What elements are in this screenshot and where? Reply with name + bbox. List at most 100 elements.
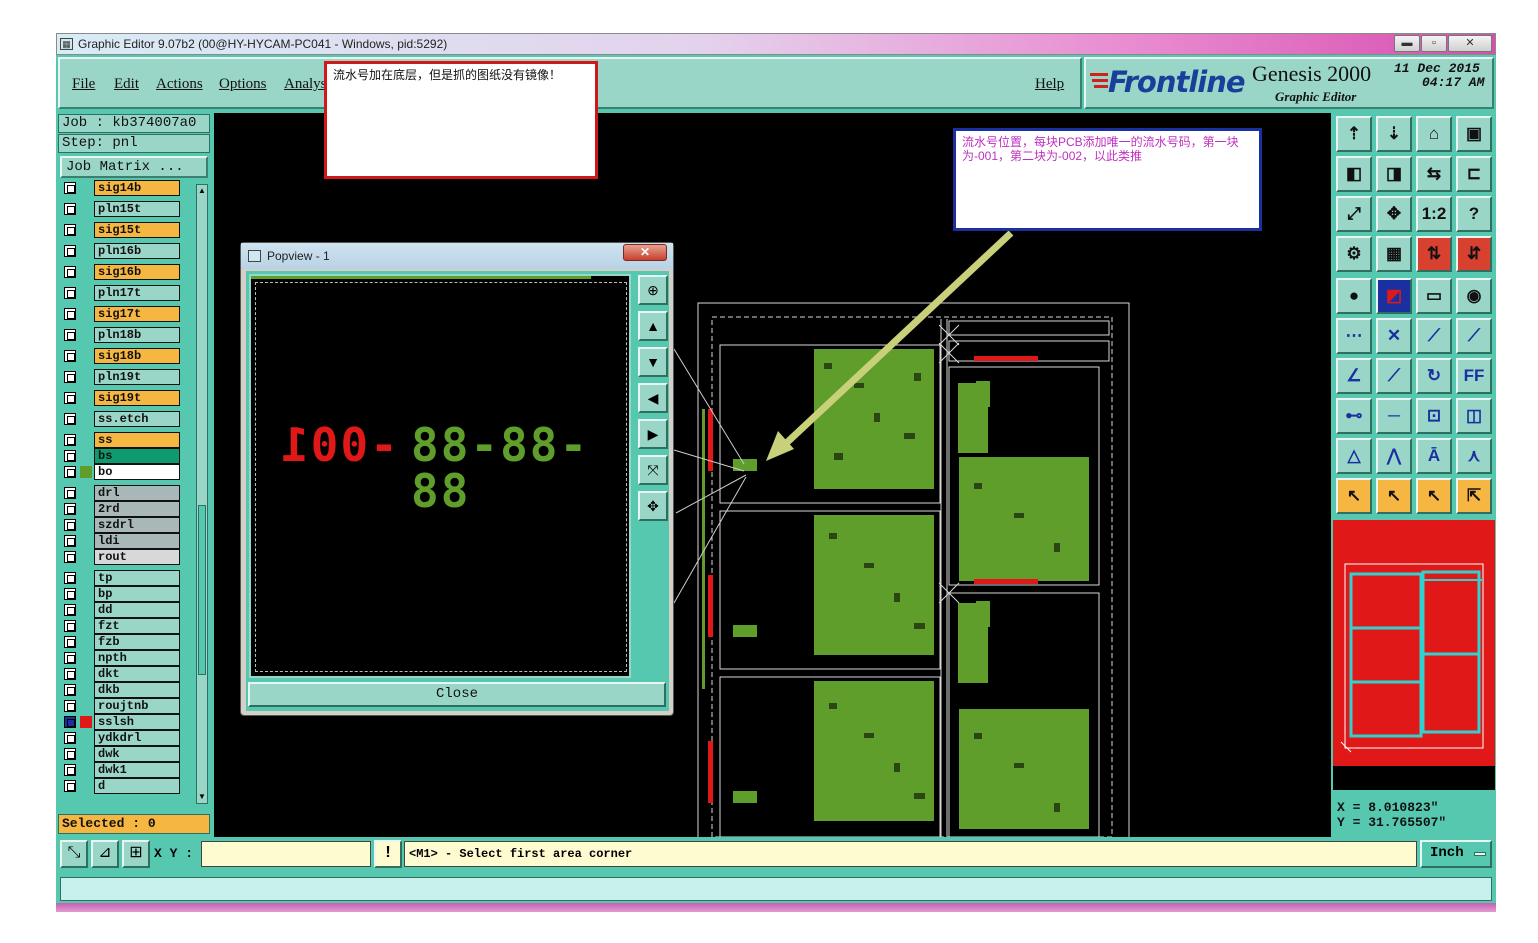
delete-icon[interactable]: ✕	[1376, 318, 1412, 354]
menu-options[interactable]: Options	[219, 76, 267, 93]
layer-row-sig17t[interactable]: sig17t	[60, 306, 180, 322]
layer-row-fzb[interactable]: fzb	[60, 634, 180, 650]
layer-checkbox[interactable]	[64, 604, 76, 616]
layer-row-pln19t[interactable]: pln19t	[60, 369, 180, 385]
layer-row-pln16b[interactable]: pln16b	[60, 243, 180, 259]
peak-icon[interactable]: ⋀	[1376, 438, 1412, 474]
layer-row-ss[interactable]: ss	[60, 432, 180, 448]
units-dropdown[interactable]: Inch	[1420, 840, 1492, 868]
layer-down-icon[interactable]: ⇣	[1376, 116, 1412, 152]
layer-row-sig16b[interactable]: sig16b	[60, 264, 180, 280]
layer-checkbox[interactable]	[64, 487, 76, 499]
window-icon[interactable]: ▣	[1456, 116, 1492, 152]
layer-sort-icon[interactable]: ⇵	[1456, 236, 1492, 272]
layer-checkbox[interactable]	[64, 503, 76, 515]
layer-row-roujtnb[interactable]: roujtnb	[60, 698, 180, 714]
minimap[interactable]	[1333, 520, 1495, 790]
layer-row-ydkdrl[interactable]: ydkdrl	[60, 730, 180, 746]
feature-edit-icon[interactable]: ◩	[1376, 278, 1412, 314]
layer-checkbox[interactable]	[64, 636, 76, 648]
layer-checkbox[interactable]	[64, 266, 76, 278]
layer-checkbox[interactable]	[64, 588, 76, 600]
popview-canvas[interactable]: -001 88-88-88	[249, 274, 631, 678]
layer-row-dd[interactable]: dd	[60, 602, 180, 618]
pad-icon[interactable]: ◉	[1456, 278, 1492, 314]
popview-pan-left-icon[interactable]: ◀	[638, 383, 668, 413]
zoom-area-icon[interactable]: ⤡	[60, 840, 88, 868]
layer-row-bs[interactable]: bs	[60, 448, 180, 464]
polygon-icon[interactable]: ⋏	[1456, 438, 1492, 474]
layer-checkbox[interactable]	[64, 572, 76, 584]
layer-checkbox[interactable]	[64, 434, 76, 446]
layer-checkbox[interactable]	[64, 668, 76, 680]
layer-row-sig14b[interactable]: sig14b	[60, 180, 180, 196]
popview-zoom-fit-icon[interactable]: ⤧	[638, 455, 668, 485]
zoom-fit-icon[interactable]: ⤢	[1336, 196, 1372, 232]
ruler-icon[interactable]: ▭	[1416, 278, 1452, 314]
grid-snap-icon[interactable]: ⊞	[122, 840, 150, 868]
rotate-icon[interactable]: ↻	[1416, 358, 1452, 394]
measure-box-icon[interactable]: ⊡	[1416, 398, 1452, 434]
layer-row-2rd[interactable]: 2rd	[60, 501, 180, 517]
layer-checkbox[interactable]	[64, 700, 76, 712]
layer-checkbox[interactable]	[64, 535, 76, 547]
text-a-icon[interactable]: Ᾱ	[1416, 438, 1452, 474]
layer-compare-icon[interactable]: ⇅	[1416, 236, 1452, 272]
layer-row-pln18b[interactable]: pln18b	[60, 327, 180, 343]
menu-file[interactable]: File	[72, 76, 95, 93]
layer-checkbox[interactable]	[64, 551, 76, 563]
layer-checkbox[interactable]	[64, 764, 76, 776]
snap-icon[interactable]: ⊏	[1456, 156, 1492, 192]
settings-icon[interactable]: ⚙	[1336, 236, 1372, 272]
swap-icon[interactable]: ⇆	[1416, 156, 1452, 192]
layer-row-dkb[interactable]: dkb	[60, 682, 180, 698]
layer-row-drl[interactable]: drl	[60, 485, 180, 501]
xy-input[interactable]	[201, 841, 371, 867]
layer-row-dwk1[interactable]: dwk1	[60, 762, 180, 778]
menu-help[interactable]: Help	[1035, 76, 1064, 93]
menu-analysis[interactable]: Analys	[284, 76, 327, 93]
layer-row-fzt[interactable]: fzt	[60, 618, 180, 634]
layer-row-dwk[interactable]: dwk	[60, 746, 180, 762]
layer-row-d[interactable]: d	[60, 778, 180, 794]
layer-checkbox[interactable]	[64, 780, 76, 792]
layer-checkbox[interactable]	[64, 287, 76, 299]
minimize-button[interactable]: ▬	[1394, 35, 1420, 52]
layer-row-szdrl[interactable]: szdrl	[60, 517, 180, 533]
popview-pan-down-icon[interactable]: ▼	[638, 347, 668, 377]
grid-icon[interactable]: ▦	[1376, 236, 1412, 272]
layer-checkbox[interactable]	[64, 371, 76, 383]
flip-icon[interactable]: FF	[1456, 358, 1492, 394]
layer-row-ldi[interactable]: ldi	[60, 533, 180, 549]
layer-checkbox[interactable]	[64, 413, 76, 425]
layer-checkbox[interactable]	[64, 748, 76, 760]
move-right-icon[interactable]: ◨	[1376, 156, 1412, 192]
layer-checkbox[interactable]	[64, 182, 76, 194]
scale-icon[interactable]: 1:2	[1416, 196, 1452, 232]
line-icon[interactable]: ─	[1376, 398, 1412, 434]
layer-checkbox[interactable]	[64, 732, 76, 744]
layer-row-ss.etch[interactable]: ss.etch	[60, 411, 180, 427]
popview-pan-right-icon[interactable]: ▶	[638, 419, 668, 449]
layer-row-bo[interactable]: bo	[60, 464, 180, 480]
move-left-icon[interactable]: ◧	[1336, 156, 1372, 192]
measure-icon[interactable]: ⊿	[91, 840, 119, 868]
layer-scrollbar[interactable]: ▲ ▼	[196, 184, 208, 804]
line-add-icon[interactable]: ⟋	[1416, 318, 1452, 354]
layer-checkbox[interactable]	[64, 350, 76, 362]
popview-close-x[interactable]: ✕	[623, 244, 667, 261]
help-icon[interactable]: ?	[1456, 196, 1492, 232]
close-window-button[interactable]: ✕	[1448, 35, 1492, 52]
layer-row-npth[interactable]: npth	[60, 650, 180, 666]
layer-checkbox[interactable]	[64, 716, 76, 728]
layer-checkbox[interactable]	[64, 652, 76, 664]
arc-add-icon[interactable]: ⟋	[1456, 318, 1492, 354]
layer-checkbox[interactable]	[64, 450, 76, 462]
layer-row-dkt[interactable]: dkt	[60, 666, 180, 682]
select-icon[interactable]: ↖	[1376, 478, 1412, 514]
popview-close-button[interactable]: Close	[248, 682, 666, 707]
feature-select-icon[interactable]: ●	[1336, 278, 1372, 314]
layer-checkbox[interactable]	[64, 308, 76, 320]
popview-zoom-out-icon[interactable]: ✥	[638, 491, 668, 521]
layer-row-pln15t[interactable]: pln15t	[60, 201, 180, 217]
